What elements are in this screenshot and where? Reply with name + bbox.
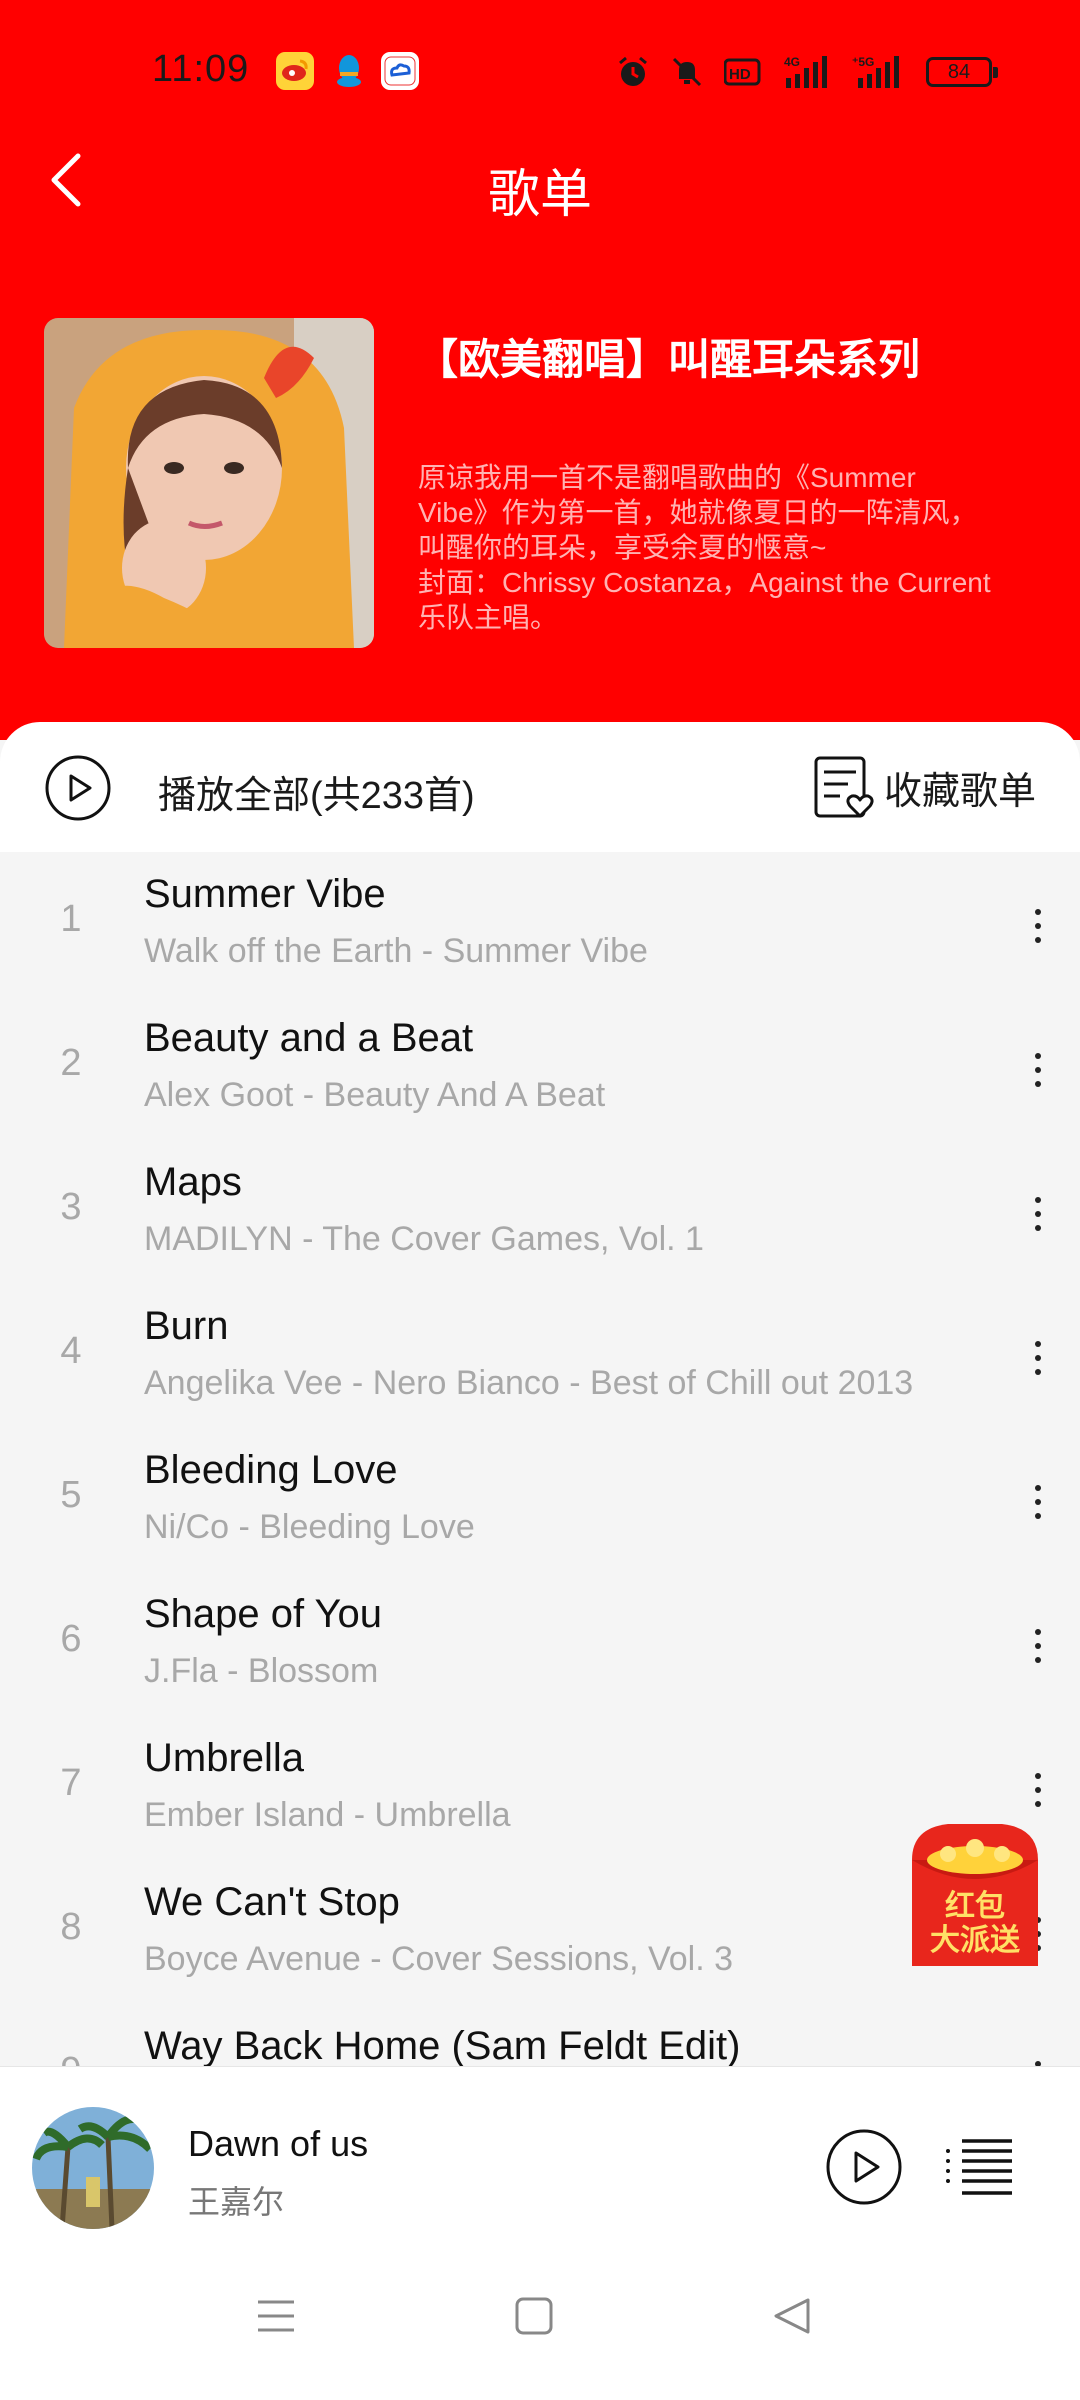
hd-icon: HD xyxy=(724,54,764,90)
svg-text:4G: 4G xyxy=(784,55,800,69)
status-bar: 11:09 HD 4G ⁺5G 84 xyxy=(0,0,1080,140)
more-options-icon[interactable] xyxy=(1018,2048,1058,2066)
song-title: Umbrella xyxy=(144,1736,305,1780)
play-all-label[interactable]: 播放全部(共233首) xyxy=(158,764,475,819)
collect-list-heart-icon xyxy=(814,756,874,818)
song-index: 5 xyxy=(60,1474,82,1516)
menu-icon[interactable] xyxy=(252,2292,300,2340)
song-title: Summer Vibe xyxy=(144,872,386,916)
5g-signal-icon: ⁺5G xyxy=(852,54,906,90)
4g-signal-icon: 4G xyxy=(784,54,832,90)
song-row[interactable]: 6 Shape of You J.Fla - Blossom xyxy=(0,1572,1080,1716)
status-time: 11:09 xyxy=(152,48,250,90)
description-line: 乐队主唱。 xyxy=(418,602,559,633)
song-row[interactable]: 2 Beauty and a Beat Alex Goot - Beauty A… xyxy=(0,996,1080,1140)
weibo-icon xyxy=(276,52,314,90)
song-index: 2 xyxy=(60,1042,82,1084)
system-navigation-bar xyxy=(0,2236,1080,2400)
song-title: Way Back Home (Sam Feldt Edit) xyxy=(144,2024,741,2066)
red-packet-line2: 大派送 xyxy=(930,1924,1020,1957)
qq-icon xyxy=(330,52,368,90)
song-row[interactable]: 9 Way Back Home (Sam Feldt Edit) xyxy=(0,2004,1080,2066)
song-row[interactable]: 1 Summer Vibe Walk off the Earth - Summe… xyxy=(0,852,1080,996)
mini-player[interactable]: Dawn of us 王嘉尔 xyxy=(0,2066,1080,2236)
song-title: Shape of You xyxy=(144,1592,383,1636)
song-index: 9 xyxy=(40,2050,102,2066)
now-playing-cover[interactable] xyxy=(32,2107,154,2229)
song-title: Bleeding Love xyxy=(144,1448,398,1492)
playlist-info: 【欧美翻唱】叫醒耳朵系列 原谅我用一首不是翻唱歌曲的《Summer Vibe》作… xyxy=(0,318,1080,658)
play-all-bar: 播放全部(共233首) 收藏歌单 xyxy=(0,722,1080,852)
playlist-header: 11:09 HD 4G ⁺5G 84 歌单 【欧美翻唱】叫醒耳朵系列 原谅我用一… xyxy=(0,0,1080,740)
description-line: Vibe》作为第一首，她就像夏日的一阵清风， xyxy=(418,497,978,528)
song-artist-album: Walk off the Earth - Summer Vibe xyxy=(144,932,648,970)
play-circle-icon xyxy=(826,2129,902,2205)
song-title: Beauty and a Beat xyxy=(144,1016,474,1060)
song-row[interactable]: 4 Burn Angelika Vee - Nero Bianco - Best… xyxy=(0,1284,1080,1428)
svg-text:⁺5G: ⁺5G xyxy=(852,55,874,69)
more-options-icon[interactable] xyxy=(1018,1616,1058,1676)
song-artist-album: Angelika Vee - Nero Bianco - Best of Chi… xyxy=(144,1364,914,1402)
song-index: 6 xyxy=(60,1618,82,1660)
more-options-icon[interactable] xyxy=(1018,1040,1058,1100)
song-artist-album: Alex Goot - Beauty And A Beat xyxy=(144,1076,606,1114)
song-artist-album: Ni/Co - Bleeding Love xyxy=(144,1508,475,1546)
song-index: 7 xyxy=(60,1762,82,1804)
page-title: 歌单 xyxy=(487,166,592,224)
song-index: 3 xyxy=(60,1186,82,1228)
queue-list-icon xyxy=(946,2139,1012,2195)
red-packet-line1: 红包 xyxy=(945,1890,1005,1923)
back-triangle-icon[interactable] xyxy=(768,2292,816,2340)
song-artist-album: Boyce Avenue - Cover Sessions, Vol. 3 xyxy=(144,1940,734,1978)
playlist-description[interactable]: 原谅我用一首不是翻唱歌曲的《Summer Vibe》作为第一首，她就像夏日的一阵… xyxy=(418,460,1038,635)
song-row[interactable]: 5 Bleeding Love Ni/Co - Bleeding Love xyxy=(0,1428,1080,1572)
song-title: Maps xyxy=(144,1160,242,1204)
song-artist-album: MADILYN - The Cover Games, Vol. 1 xyxy=(144,1220,704,1258)
battery-indicator: 84 xyxy=(926,57,998,87)
more-options-icon[interactable] xyxy=(1018,896,1058,956)
system-status-icons: HD 4G ⁺5G 84 xyxy=(616,52,998,92)
now-playing-artist: 王嘉尔 xyxy=(188,2184,285,2220)
collect-playlist-label: 收藏歌单 xyxy=(883,770,1036,813)
alarm-icon xyxy=(616,54,650,90)
playlist-cover-image[interactable] xyxy=(44,318,374,648)
description-line: 叫醒你的耳朵，享受余夏的惬意~ xyxy=(418,532,827,563)
play-circle-icon xyxy=(45,755,111,821)
description-line: 原谅我用一首不是翻唱歌曲的《Summer xyxy=(418,462,916,493)
top-nav-bar: 歌单 xyxy=(0,130,1080,230)
cloud-music-icon xyxy=(381,52,419,90)
song-artist-album: J.Fla - Blossom xyxy=(144,1652,379,1690)
description-line: 封面：Chrissy Costanza，Against the Current xyxy=(418,567,991,598)
more-options-icon[interactable] xyxy=(1018,1760,1058,1820)
song-title: We Can't Stop xyxy=(144,1880,400,1924)
playlist-title: 【欧美翻唱】叫醒耳朵系列 xyxy=(416,336,921,383)
now-playing-title: Dawn of us xyxy=(188,2123,369,2164)
song-index: 4 xyxy=(60,1330,82,1372)
mini-player-play-button[interactable] xyxy=(824,2127,904,2207)
more-options-icon[interactable] xyxy=(1018,1184,1058,1244)
song-row[interactable]: 3 Maps MADILYN - The Cover Games, Vol. 1 xyxy=(0,1140,1080,1284)
more-options-icon[interactable] xyxy=(1018,1472,1058,1532)
song-artist-album: Ember Island - Umbrella xyxy=(144,1796,511,1834)
svg-text:HD: HD xyxy=(729,66,751,83)
more-options-icon[interactable] xyxy=(1018,1328,1058,1388)
playlist-queue-button[interactable] xyxy=(944,2137,1014,2199)
song-index: 8 xyxy=(60,1906,82,1948)
mute-icon xyxy=(670,54,704,90)
playlist-screen: 11:09 HD 4G ⁺5G 84 歌单 【欧美翻唱】叫醒耳朵系列 原谅我用一… xyxy=(0,0,1080,2400)
play-all-button[interactable] xyxy=(44,754,112,822)
home-icon[interactable] xyxy=(510,2292,558,2340)
song-index: 1 xyxy=(60,898,82,940)
collect-playlist-button[interactable]: 收藏歌单 xyxy=(812,752,1036,822)
song-title: Burn xyxy=(144,1304,229,1348)
red-packet-promo[interactable]: 红包 大派送 xyxy=(908,1820,1042,1970)
